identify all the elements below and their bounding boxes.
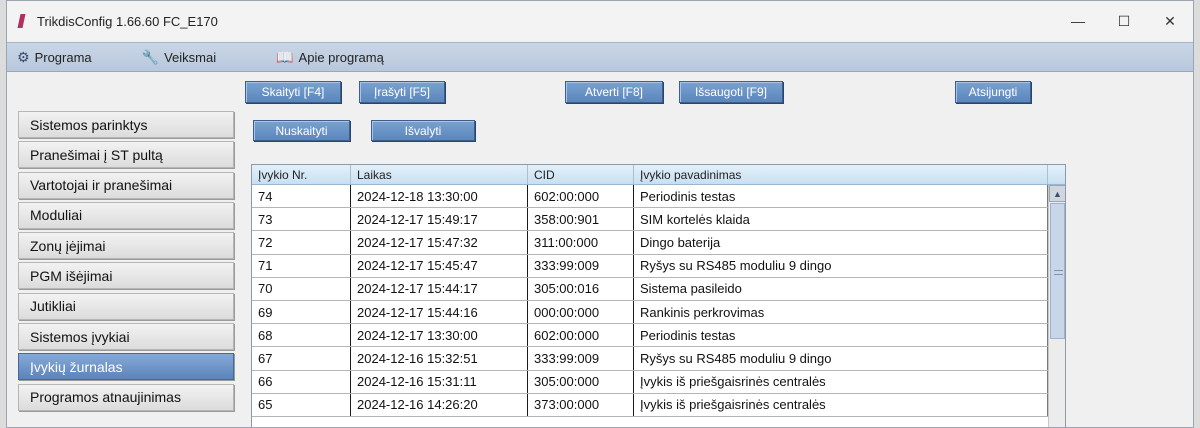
cell-time: 2024-12-17 15:47:32 <box>351 231 528 254</box>
vertical-scrollbar[interactable]: ▲ <box>1048 185 1065 427</box>
scrollbar-grip-icon <box>1054 270 1063 275</box>
book-icon: 📖 <box>276 48 294 65</box>
minimize-button[interactable]: — <box>1055 1 1101 41</box>
cell-event-no: 65 <box>252 393 351 416</box>
cell-time: 2024-12-17 13:30:00 <box>351 324 528 347</box>
cell-time: 2024-12-17 15:45:47 <box>351 254 528 277</box>
open-button[interactable]: Atverti [F8] <box>565 81 663 103</box>
cell-event-name: Sistema pasileido <box>634 277 1048 300</box>
table-body: 74 2024-12-18 13:30:00 602:00:000 Periodini… <box>252 185 1065 417</box>
sidebar-item-jutikliai[interactable]: Jutikliai <box>18 292 234 320</box>
cell-time: 2024-12-17 15:44:16 <box>351 300 528 324</box>
cell-cid: 333:99:009 <box>528 347 634 370</box>
column-header-event-no[interactable]: Įvykio Nr. <box>252 165 351 184</box>
cell-event-name: Ryšys su RS485 moduliu 9 dingo <box>634 254 1048 277</box>
table-header: Įvykio Nr. Laikas CID Įvykio pavadinimas <box>252 165 1065 185</box>
table-row[interactable]: 72 2024-12-17 15:47:32 311:00:000 Dingo bat… <box>252 231 1065 255</box>
cell-cid: 305:00:016 <box>528 277 634 300</box>
cell-event-no: 72 <box>252 231 351 254</box>
table-row[interactable]: 70 2024-12-17 15:44:17 305:00:016 Sistema p… <box>252 277 1065 301</box>
sidebar-item-sistemos-ivykiai[interactable]: Sistemos įvykiai <box>18 323 234 351</box>
window-title: TrikdisConfig 1.66.60 FC_E170 <box>37 13 218 29</box>
gear-icon: ⚙ <box>17 48 30 65</box>
table-row[interactable]: 74 2024-12-18 13:30:00 602:00:000 Periodini… <box>252 185 1065 209</box>
menu-apie-label: Apie programą <box>298 49 384 65</box>
cell-event-no: 67 <box>252 347 351 370</box>
cell-cid: 373:00:000 <box>528 393 634 416</box>
title-bar: TrikdisConfig 1.66.60 FC_E170 — ☐ ✕ <box>7 1 1193 41</box>
cell-time: 2024-12-16 14:26:20 <box>351 393 528 416</box>
wrench-icon: 🔧 <box>141 48 160 65</box>
cell-event-name: Įvykis iš priešgaisrinės centralės <box>634 393 1048 416</box>
trikdis-logo-icon <box>17 13 27 29</box>
column-header-cid[interactable]: CID <box>528 165 634 184</box>
column-header-time[interactable]: Laikas <box>351 165 528 184</box>
menu-veiksmai[interactable]: 🔧 Veiksmai <box>132 43 226 71</box>
cell-cid: 602:00:000 <box>528 185 634 208</box>
disconnect-button[interactable]: Atsijungti <box>955 81 1031 103</box>
sidebar-item-programos-atnaujinimas[interactable]: Programos atnaujinimas <box>18 383 234 411</box>
cell-time: 2024-12-17 15:49:17 <box>351 208 528 231</box>
table-row[interactable]: 73 2024-12-17 15:49:17 358:00:901 SIM korte… <box>252 208 1065 232</box>
menu-programa[interactable]: ⚙ Programa <box>7 43 102 71</box>
save-button[interactable]: Išsaugoti [F9] <box>679 81 783 103</box>
menu-apie[interactable]: 📖 Apie programą <box>266 43 394 71</box>
scroll-up-arrow-icon[interactable]: ▲ <box>1049 185 1065 202</box>
cell-event-no: 74 <box>252 185 351 208</box>
cell-event-name: Rankinis perkrovimas <box>634 300 1048 324</box>
read-log-button[interactable]: Nuskaityti <box>253 120 350 141</box>
menu-bar: ⚙ Programa 🔧 Veiksmai 📖 Apie programą <box>7 42 1193 72</box>
sidebar-item-vartotojai[interactable]: Vartotojai ir pranešimai <box>18 171 234 199</box>
cell-cid: 311:00:000 <box>528 231 634 254</box>
scrollbar-thumb[interactable] <box>1050 203 1065 339</box>
app-window: TrikdisConfig 1.66.60 FC_E170 — ☐ ✕ ⚙ Pr… <box>6 0 1194 428</box>
cell-event-no: 73 <box>252 208 351 231</box>
sidebar-item-pranesimai-st[interactable]: Pranešimai į ST pultą <box>18 141 234 169</box>
cell-event-name: Ryšys su RS485 moduliu 9 dingo <box>634 347 1048 370</box>
cell-event-name: Periodinis testas <box>634 324 1048 347</box>
cell-time: 2024-12-18 13:30:00 <box>351 185 528 208</box>
menu-veiksmai-label: Veiksmai <box>164 49 217 65</box>
sidebar-item-pgm-isejimai[interactable]: PGM išėjimai <box>18 262 234 290</box>
table-row[interactable]: 65 2024-12-16 14:26:20 373:00:000 Įvykis iš… <box>252 393 1065 417</box>
cell-event-no: 66 <box>252 370 351 393</box>
read-button[interactable]: Skaityti [F4] <box>245 81 341 103</box>
cell-time: 2024-12-16 15:32:51 <box>351 347 528 370</box>
column-header-event-name[interactable]: Įvykio pavadinimas <box>634 165 1048 184</box>
cell-time: 2024-12-16 15:31:11 <box>351 370 528 393</box>
table-row[interactable]: 71 2024-12-17 15:45:47 333:99:009 Ryšys su … <box>252 254 1065 278</box>
sidebar-item-moduliai[interactable]: Moduliai <box>18 201 234 229</box>
sidebar-item-ivykiu-zurnalas[interactable]: Įvykių žurnalas <box>18 353 234 381</box>
cell-event-no: 70 <box>252 277 351 300</box>
cell-event-name: Dingo baterija <box>634 231 1048 254</box>
cell-event-no: 69 <box>252 300 351 324</box>
cell-event-no: 68 <box>252 324 351 347</box>
cell-event-name: Periodinis testas <box>634 185 1048 208</box>
clear-log-button[interactable]: Išvalyti <box>371 120 475 141</box>
table-row[interactable]: 68 2024-12-17 13:30:00 602:00:000 Periodini… <box>252 324 1065 348</box>
cell-event-no: 71 <box>252 254 351 277</box>
close-button[interactable]: ✕ <box>1147 1 1193 41</box>
cell-time: 2024-12-17 15:44:17 <box>351 277 528 300</box>
cell-event-name: Įvykis iš priešgaisrinės centralės <box>634 370 1048 393</box>
sidebar-item-zonu-iejimai[interactable]: Zonų įėjimai <box>18 232 234 260</box>
write-button[interactable]: Įrašyti [F5] <box>359 81 445 103</box>
event-log-table: Įvykio Nr. Laikas CID Įvykio pavadinimas… <box>251 164 1066 427</box>
table-row[interactable]: 69 2024-12-17 15:44:16 000:00:000 Rankinis … <box>252 300 1065 325</box>
window-controls: — ☐ ✕ <box>1055 1 1193 41</box>
table-row[interactable]: 66 2024-12-16 15:31:11 305:00:000 Įvykis iš… <box>252 370 1065 394</box>
cell-cid: 358:00:901 <box>528 208 634 231</box>
table-row[interactable]: 67 2024-12-16 15:32:51 333:99:009 Ryšys su … <box>252 347 1065 371</box>
sidebar-nav: Sistemos parinktys Pranešimai į ST pultą… <box>18 111 234 427</box>
sidebar-item-sistemos-parinktys[interactable]: Sistemos parinktys <box>18 111 234 138</box>
cell-cid: 602:00:000 <box>528 324 634 347</box>
cell-cid: 000:00:000 <box>528 300 634 324</box>
cell-event-name: SIM kortelės klaida <box>634 208 1048 231</box>
maximize-button[interactable]: ☐ <box>1101 1 1147 41</box>
cell-cid: 305:00:000 <box>528 370 634 393</box>
menu-programa-label: Programa <box>34 49 92 65</box>
cell-cid: 333:99:009 <box>528 254 634 277</box>
